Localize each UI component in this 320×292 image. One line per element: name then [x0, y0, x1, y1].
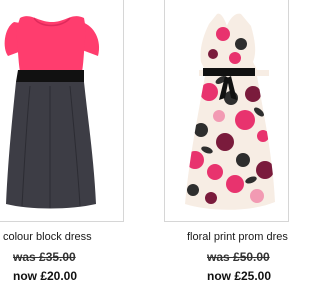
sale-price: now £20.00 — [13, 269, 78, 283]
product-image-frame[interactable] — [0, 0, 124, 222]
product-name[interactable]: colour block dress — [3, 231, 92, 243]
product-card-colour-block-dress[interactable]: colour block dress was £35.00 now £20.00 — [0, 0, 125, 292]
floral-prom-dress-image[interactable] — [165, 0, 288, 221]
product-name[interactable]: floral print prom dres — [187, 231, 288, 243]
colour-block-dress-image[interactable] — [0, 0, 123, 221]
original-price: was £35.00 — [13, 250, 76, 264]
product-card-floral-print-prom-dress[interactable]: floral print prom dres was £50.00 now £2… — [164, 0, 289, 292]
original-price: was £50.00 — [207, 250, 270, 264]
product-image-frame[interactable] — [164, 0, 289, 222]
sale-price: now £25.00 — [207, 269, 272, 283]
product-grid: colour block dress was £35.00 now £20.00 — [0, 0, 290, 292]
